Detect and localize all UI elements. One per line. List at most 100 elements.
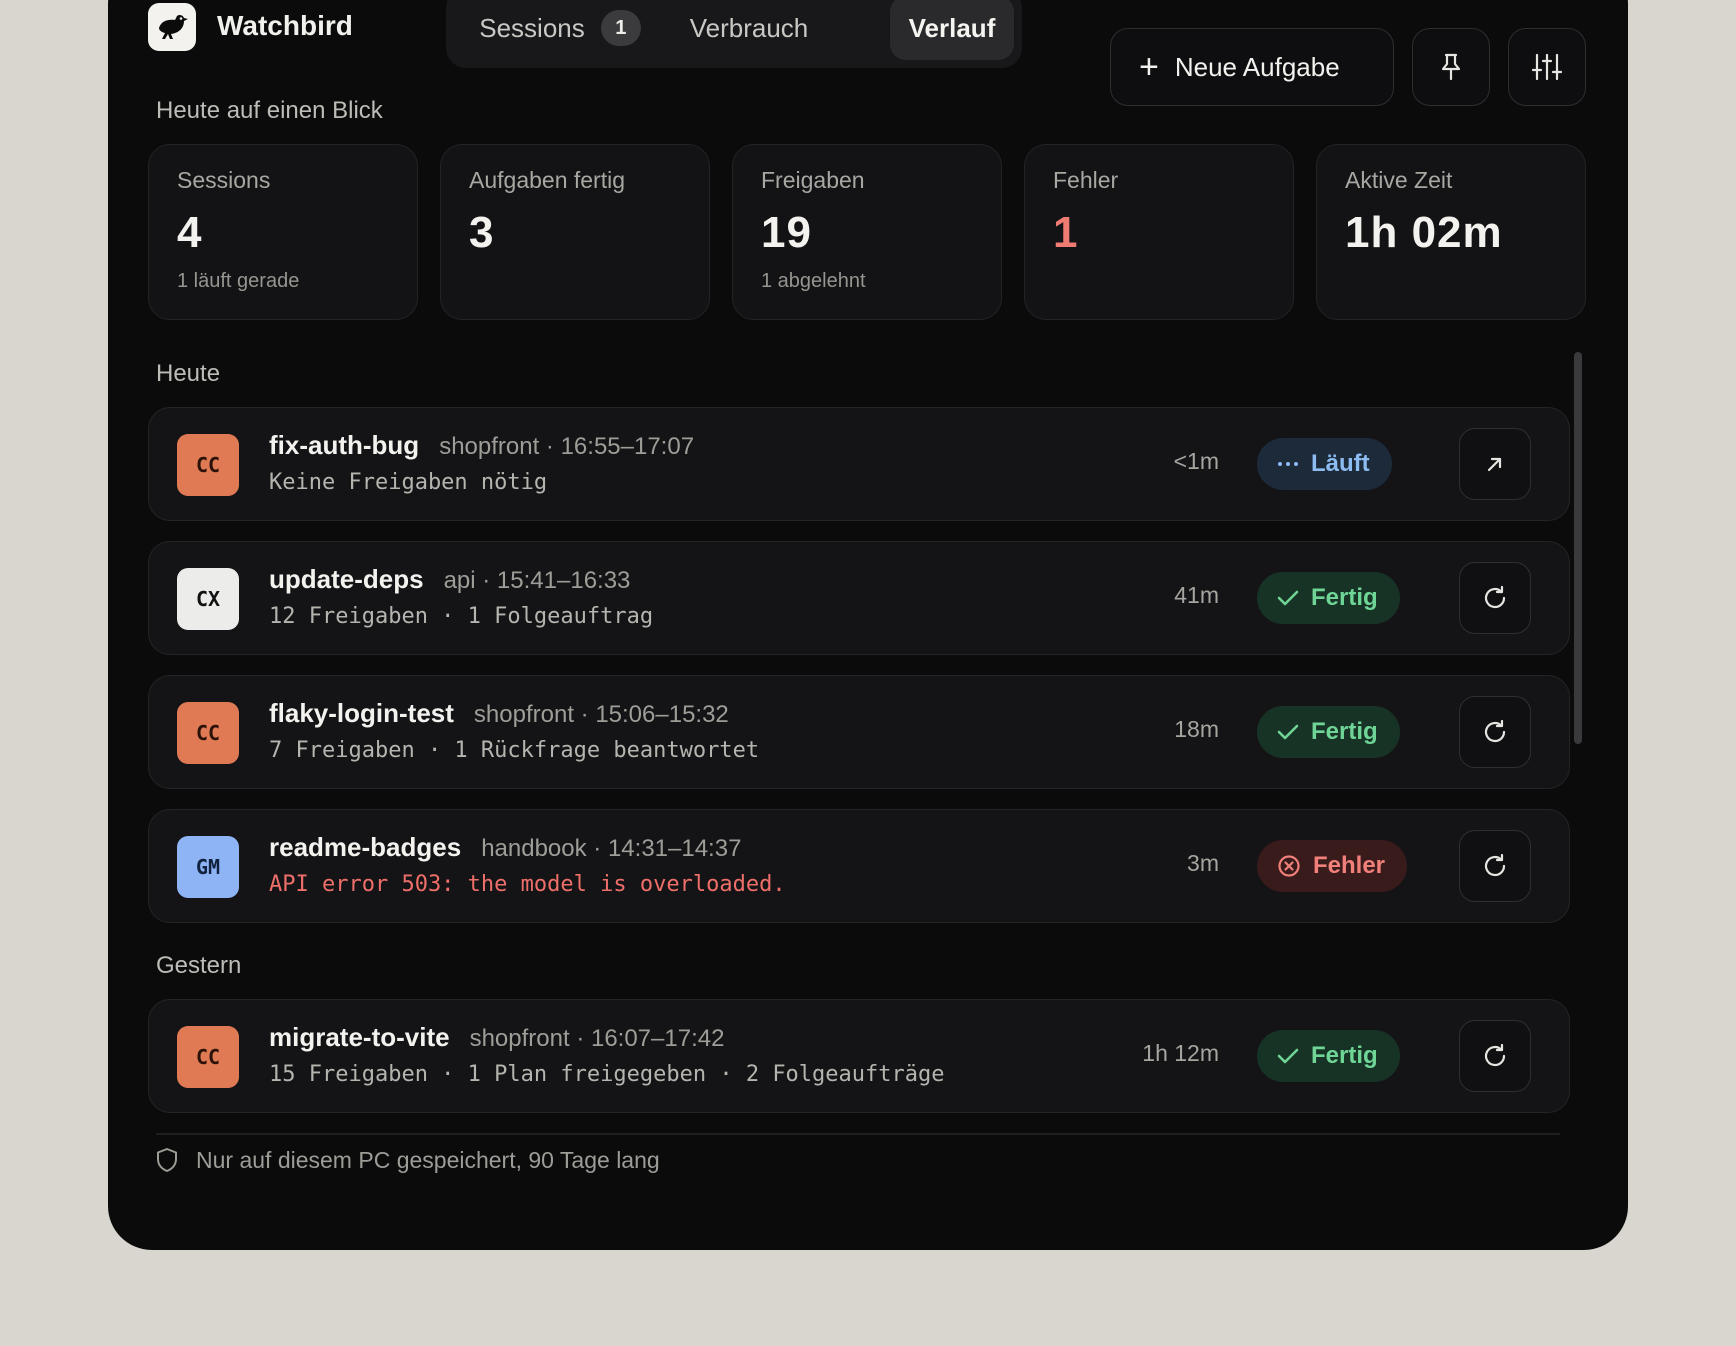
error-circle-icon — [1277, 854, 1301, 878]
check-icon — [1277, 1047, 1299, 1065]
session-meta: handbook · 14:31–14:37 — [481, 835, 742, 862]
open-session-button[interactable] — [1459, 428, 1531, 500]
sessions-count-badge: 1 — [600, 10, 641, 46]
tab-history-label: Verlauf — [908, 12, 996, 43]
stat-label: Freigaben — [761, 167, 865, 193]
stat-card-approvals: Freigaben 19 1 abgelehnt — [732, 144, 1002, 320]
more-dots-icon — [1277, 461, 1299, 467]
stat-label: Sessions — [177, 167, 271, 193]
status-badge: Läuft — [1257, 438, 1392, 490]
agent-avatar: CC — [177, 702, 239, 764]
session-title: migrate-to-vite — [269, 1022, 450, 1052]
session-row[interactable]: CX update-deps api · 15:41–16:33 12 Freig… — [148, 541, 1570, 655]
session-duration: <1m — [1173, 448, 1219, 474]
session-title: readme-badges — [269, 832, 462, 862]
session-title: fix-auth-bug — [269, 430, 420, 460]
stat-value: 19 — [761, 208, 812, 257]
status-label: Läuft — [1311, 450, 1370, 477]
session-description: 12 Freigaben · 1 Folgeauftrag — [269, 604, 654, 629]
check-icon — [1277, 589, 1299, 607]
status-label: Fehler — [1313, 852, 1386, 879]
stat-label: Aktive Zeit — [1345, 167, 1453, 193]
storage-note: Nur auf diesem PC gespeichert, 90 Tage l… — [196, 1146, 660, 1173]
plus-icon: + — [1139, 48, 1159, 86]
refresh-icon — [1484, 719, 1506, 743]
session-duration: 18m — [1174, 716, 1219, 742]
pin-icon — [1441, 53, 1461, 81]
status-label: Fertig — [1311, 1042, 1378, 1069]
rerun-session-button[interactable] — [1459, 562, 1531, 634]
session-row[interactable]: CC flaky-login-test shopfront · 15:06–15:… — [148, 675, 1570, 789]
stat-value: 1 — [1053, 208, 1079, 257]
refresh-icon — [1484, 853, 1506, 877]
stat-subtext: 1 läuft gerade — [177, 270, 300, 292]
group-heading-yesterday: Gestern — [156, 952, 242, 979]
app-window: Watchbird Sessions 1 Verbrauch Verlauf +… — [108, 0, 1628, 1250]
session-row[interactable]: CC migrate-to-vite shopfront · 16:07–17:4… — [148, 999, 1570, 1113]
status-badge: Fertig — [1257, 706, 1400, 758]
session-row[interactable]: GM readme-badges handbook · 14:31–14:37 A… — [148, 809, 1570, 923]
pin-button[interactable] — [1412, 28, 1490, 106]
session-meta: api · 15:41–16:33 — [443, 567, 631, 594]
session-duration: 41m — [1174, 582, 1219, 608]
agent-avatar: CX — [177, 568, 239, 630]
footer-divider — [156, 1133, 1560, 1135]
session-description: 7 Freigaben · 1 Rückfrage beantwortet — [269, 738, 760, 763]
stat-value: 1h 02m — [1345, 208, 1503, 257]
session-description: Keine Freigaben nötig — [269, 470, 548, 495]
settings-button[interactable] — [1508, 28, 1586, 106]
session-row[interactable]: CC fix-auth-bug shopfront · 16:55–17:07 K… — [148, 407, 1570, 521]
rerun-session-button[interactable] — [1459, 830, 1531, 902]
session-title: update-deps — [269, 564, 424, 594]
session-title-line: flaky-login-test shopfront · 15:06–15:32 — [269, 698, 729, 729]
stat-value: 4 — [177, 208, 203, 257]
app-name: Watchbird — [217, 10, 353, 41]
tab-usage-label: Verbrauch — [689, 12, 809, 43]
list-scrollbar[interactable] — [1574, 352, 1582, 744]
open-external-icon — [1487, 457, 1502, 472]
new-task-button[interactable]: + Neue Aufgabe — [1110, 28, 1394, 106]
stat-card-active-time: Aktive Zeit 1h 02m — [1316, 144, 1586, 320]
refresh-icon — [1484, 1043, 1506, 1067]
check-icon — [1277, 723, 1299, 741]
status-label: Fertig — [1311, 584, 1378, 611]
stat-value: 3 — [469, 208, 495, 257]
session-error-message: API error 503: the model is overloaded. — [269, 872, 786, 897]
refresh-icon — [1484, 585, 1506, 609]
stat-label: Aufgaben fertig — [469, 167, 626, 193]
session-description: 15 Freigaben · 1 Plan freigegeben · 2 Fo… — [269, 1062, 945, 1087]
group-heading-today: Heute — [156, 360, 221, 387]
session-title-line: fix-auth-bug shopfront · 16:55–17:07 — [269, 430, 694, 461]
storage-footer: Nur auf diesem PC gespeichert, 90 Tage l… — [156, 1140, 660, 1180]
session-title-line: update-deps api · 15:41–16:33 — [269, 564, 630, 595]
stat-card-errors: Fehler 1 — [1024, 144, 1294, 320]
view-tabs: Sessions 1 Verbrauch Verlauf — [446, 0, 1022, 68]
bird-logo-icon — [159, 14, 188, 39]
stat-label: Fehler — [1053, 167, 1119, 193]
rerun-session-button[interactable] — [1459, 1020, 1531, 1092]
status-badge: Fertig — [1257, 1030, 1400, 1082]
tab-sessions[interactable]: Sessions 1 — [460, 0, 660, 60]
new-task-label: Neue Aufgabe — [1174, 51, 1340, 82]
session-meta: shopfront · 16:07–17:42 — [469, 1025, 725, 1052]
session-title: flaky-login-test — [269, 698, 454, 728]
session-meta: shopfront · 16:55–17:07 — [439, 433, 695, 460]
sliders-icon — [1531, 53, 1563, 81]
session-duration: 3m — [1187, 850, 1219, 876]
overview-heading: Heute auf einen Blick — [156, 97, 383, 124]
stat-card-sessions: Sessions 4 1 läuft gerade — [148, 144, 418, 320]
tab-history[interactable]: Verlauf — [890, 0, 1014, 60]
agent-avatar: CC — [177, 1026, 239, 1088]
agent-avatar: GM — [177, 836, 239, 898]
shield-icon — [156, 1147, 178, 1173]
session-title-line: migrate-to-vite shopfront · 16:07–17:42 — [269, 1022, 724, 1053]
tab-usage[interactable]: Verbrauch — [664, 0, 834, 60]
rerun-session-button[interactable] — [1459, 696, 1531, 768]
stat-subtext: 1 abgelehnt — [761, 270, 866, 292]
stat-card-tasks-done: Aufgaben fertig 3 — [440, 144, 710, 320]
agent-avatar: CC — [177, 434, 239, 496]
status-badge: Fertig — [1257, 572, 1400, 624]
session-duration: 1h 12m — [1142, 1040, 1219, 1066]
status-label: Fertig — [1311, 718, 1378, 745]
session-meta: shopfront · 15:06–15:32 — [473, 701, 729, 728]
